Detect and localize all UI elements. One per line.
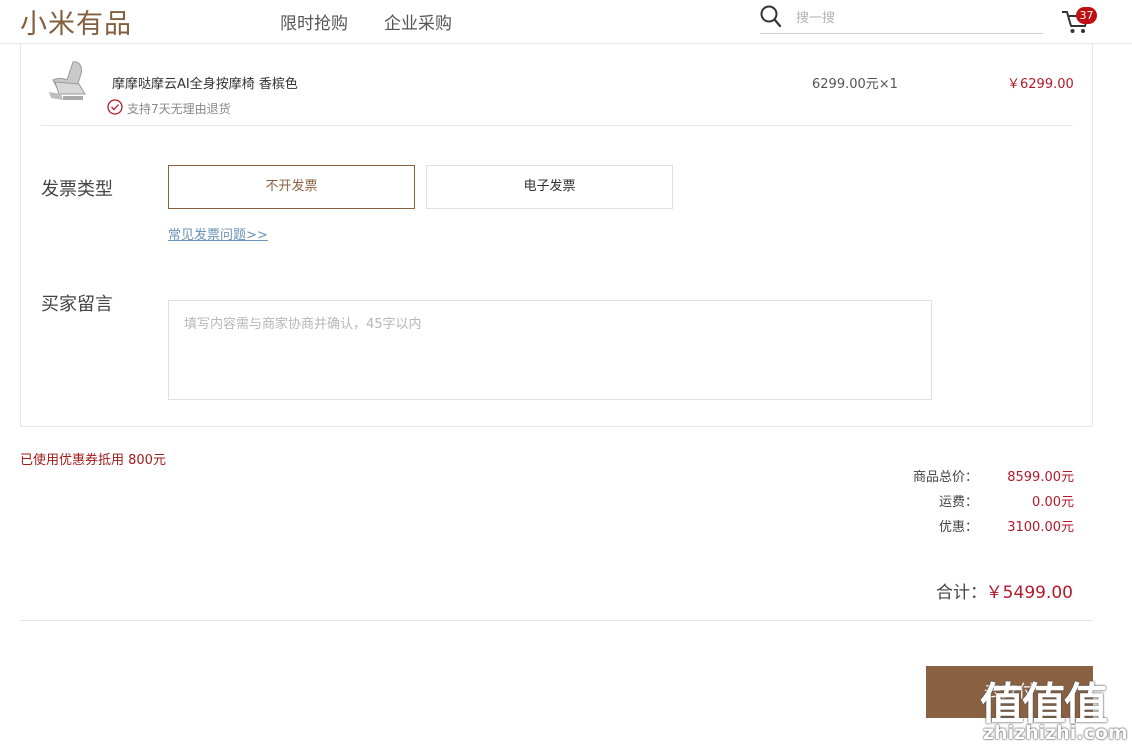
nav-enterprise-purchase[interactable]: 企业采购 [384,9,452,34]
site-logo[interactable]: 小米有品 [20,2,132,41]
return-policy-text: 支持7天无理由退货 [127,102,231,116]
summary-value: 8599.00元 [1007,470,1074,485]
cart-count-badge: 37 [1076,7,1097,24]
summary-value: 0.00元 [1032,495,1074,510]
summary-row-discount: 优惠： 3100.00元 [860,516,1074,536]
summary-row-shipping: 运费： 0.00元 [860,491,1074,511]
coupon-applied-note: 已使用优惠券抵用 800元 [20,453,166,468]
search-bar [760,4,1043,34]
line-total: ￥6299.00 [1007,77,1074,92]
summary-label: 商品总价： [912,470,978,485]
invoice-option-electronic[interactable]: 电子发票 [426,165,673,209]
invoice-type-label: 发票类型 [41,179,113,200]
summary-label: 优惠： [938,520,978,535]
invoice-option-none[interactable]: 不开发票 [168,165,415,209]
product-row: 摩摩哒摩云AI全身按摩椅 香槟色 支持7天无理由退货 6299.00元×1 ￥6… [41,44,1074,126]
product-name[interactable]: 摩摩哒摩云AI全身按摩椅 香槟色 [112,73,298,92]
unit-price: 6299.00元×1 [812,77,898,92]
product-thumbnail[interactable] [45,58,93,104]
buyer-message-input[interactable] [168,300,932,400]
nav-flash-sale[interactable]: 限时抢购 [280,9,348,34]
check-circle-icon [107,99,123,115]
watermark-url: zhizhizhi.com [983,722,1128,744]
order-card: 摩摩哒摩云AI全身按摩椅 香槟色 支持7天无理由退货 6299.00元×1 ￥6… [20,44,1093,427]
summary-divider [20,620,1093,621]
buyer-message-label: 买家留言 [41,294,113,315]
grand-total-value: ￥5499.00 [985,583,1073,603]
top-header: 小米有品 限时抢购 企业采购 37 [0,0,1132,44]
invoice-faq-link[interactable]: 常见发票问题>> [168,224,268,243]
summary-row-subtotal: 商品总价： 8599.00元 [860,466,1074,486]
search-input[interactable] [796,7,1036,29]
summary-value: 3100.00元 [1007,520,1074,535]
summary-label: 运费： [938,495,978,510]
grand-total-label: 合计： [936,583,987,603]
search-icon[interactable] [760,5,782,29]
